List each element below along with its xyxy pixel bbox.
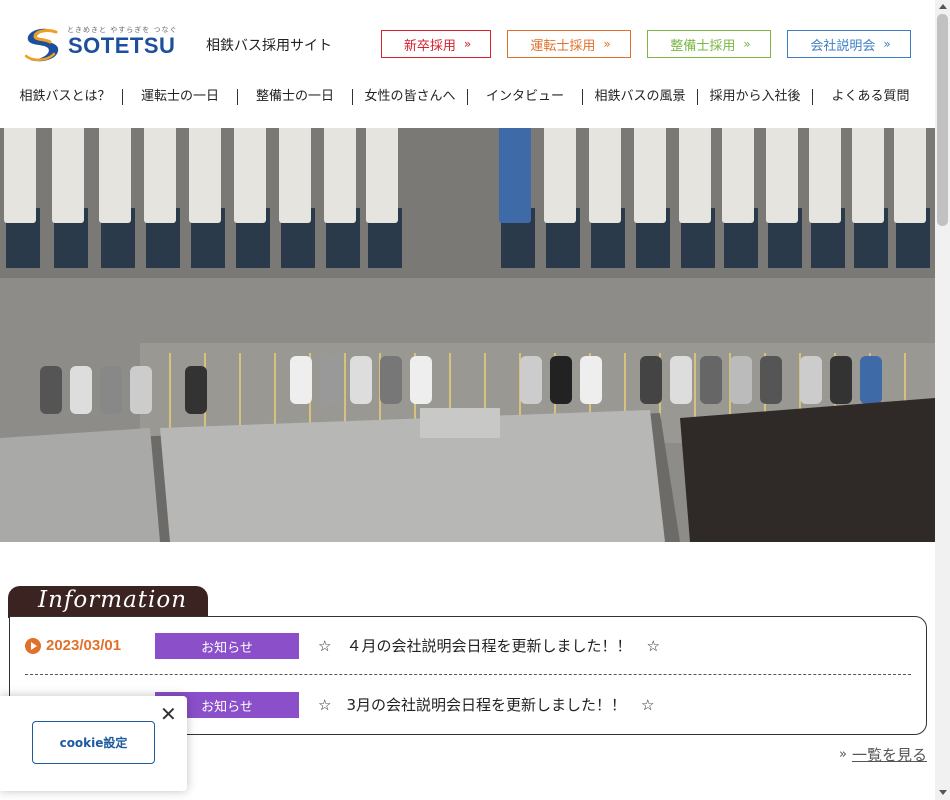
double-chevron-right-icon: » [883,37,891,51]
nav-item-mechanic-day[interactable]: 整備士の一日 [238,89,353,105]
double-chevron-right-icon: » [603,37,611,51]
news-title-link[interactable]: ☆ 3月の会社説明会日程を更新しました！！ ☆ [318,694,654,715]
view-all-label: 一覧を見る [851,746,927,764]
news-date: 2023/03/01 [25,637,121,654]
hero-image [0,128,935,542]
nav-item-scenery[interactable]: 相鉄バスの風景 [583,89,698,105]
sotetsu-logo[interactable]: ときめきと やすらぎを つなぐ SOTETSU [22,24,192,64]
nav-item-interview[interactable]: インタビュー [468,89,583,105]
mechanic-recruit-label: 整備士採用 [670,38,736,54]
site-header: ときめきと やすらぎを つなぐ SOTETSU 相鉄バス採用サイト 新卒採用 »… [0,0,935,128]
page-scrollbar[interactable] [935,0,950,800]
company-briefing-button[interactable]: 会社説明会 » [787,30,911,58]
scroll-up-arrow-icon[interactable] [939,4,947,9]
new-graduate-recruit-label: 新卒採用 [403,38,456,54]
company-briefing-label: 会社説明会 [810,38,876,54]
category-badge: お知らせ [155,633,299,659]
driver-recruit-label: 運転士採用 [530,38,596,54]
information-heading: Information [38,587,188,613]
driver-recruit-button[interactable]: 運転士採用 » [507,30,631,58]
cookie-settings-button[interactable]: cookie設定 [32,721,155,764]
cookie-banner: ✕ cookie設定 [0,696,187,791]
new-graduate-recruit-button[interactable]: 新卒採用 » [381,30,491,58]
nav-item-women[interactable]: 女性の皆さんへ [353,89,468,105]
mechanic-recruit-button[interactable]: 整備士採用 » [647,30,771,58]
scroll-down-arrow-icon[interactable] [939,790,947,795]
scrollbar-thumb[interactable] [937,14,948,226]
nav-item-faq[interactable]: よくある質問 [813,89,928,105]
double-chevron-right-icon: » [839,747,847,762]
site-name: 相鉄バス採用サイト [206,38,332,54]
nav-item-about[interactable]: 相鉄バスとは？ [8,89,123,105]
double-chevron-right-icon: » [463,37,472,51]
list-item[interactable]: 2023/03/01 お知らせ ☆ ４月の会社説明会日程を更新しました！！ ☆ [25,617,911,675]
play-circle-icon [25,637,41,654]
news-date-text: 2023/03/01 [46,637,122,654]
global-nav: 相鉄バスとは？ 運転士の一日 整備士の一日 女性の皆さんへ インタビュー 相鉄バ… [8,86,928,108]
nav-item-recruit-flow[interactable]: 採用から入社後 [698,89,813,105]
double-chevron-right-icon: » [743,37,751,51]
sotetsu-logo-mark-icon [24,28,59,62]
news-title-link[interactable]: ☆ ４月の会社説明会日程を更新しました！！ ☆ [318,635,660,656]
close-icon[interactable]: ✕ [160,702,177,726]
nav-item-driver-day[interactable]: 運転士の一日 [123,89,238,105]
information-tab: Information [8,586,208,618]
logo-wordmark: SOTETSU [68,33,176,58]
view-all-link[interactable]: » 一覧を見る [839,744,927,765]
aerial-bus-depot-photo [0,128,935,542]
